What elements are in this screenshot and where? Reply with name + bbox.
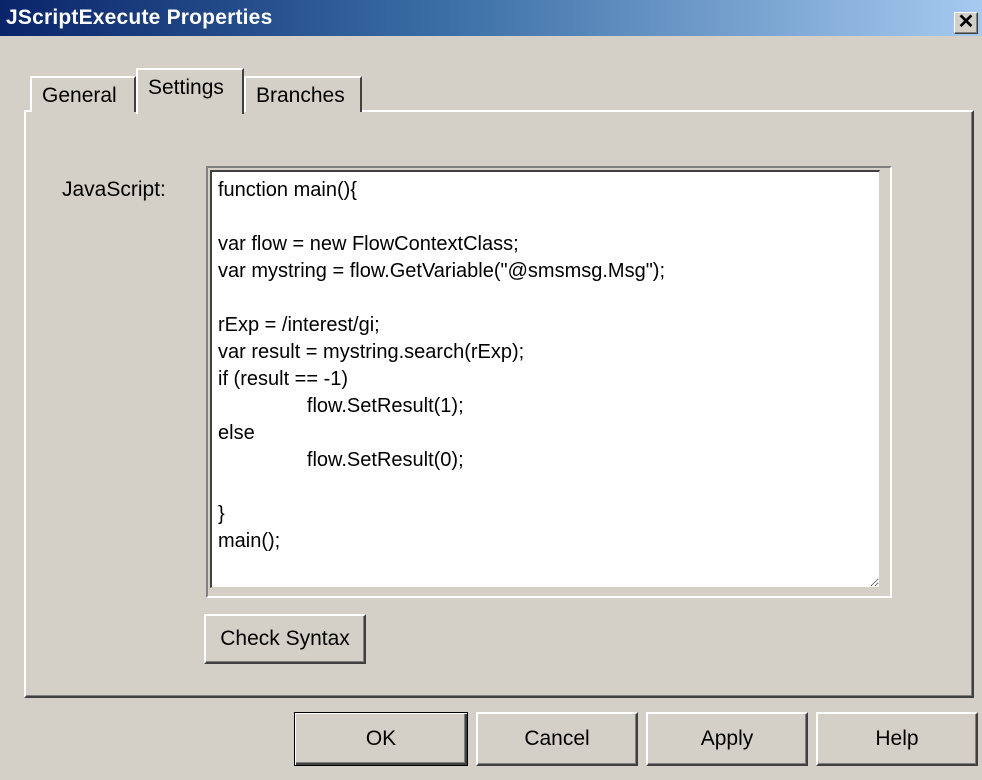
help-button[interactable]: Help [816, 712, 978, 766]
javascript-label: JavaScript: [62, 178, 166, 201]
tab-settings[interactable]: Settings [136, 68, 244, 114]
cancel-button[interactable]: Cancel [476, 712, 638, 766]
check-syntax-button[interactable]: Check Syntax [204, 614, 366, 664]
tab-general[interactable]: General [30, 76, 136, 112]
close-button[interactable]: ✕ [954, 12, 978, 34]
javascript-code-editor[interactable]: function main(){ var flow = new FlowCont… [210, 170, 880, 588]
window-title: JScriptExecute Properties [6, 6, 273, 29]
apply-button[interactable]: Apply [646, 712, 808, 766]
tab-branches[interactable]: Branches [244, 76, 362, 112]
title-bar: JScriptExecute Properties ✕ [0, 0, 982, 36]
ok-button[interactable]: OK [294, 712, 468, 766]
close-icon: ✕ [957, 11, 975, 33]
